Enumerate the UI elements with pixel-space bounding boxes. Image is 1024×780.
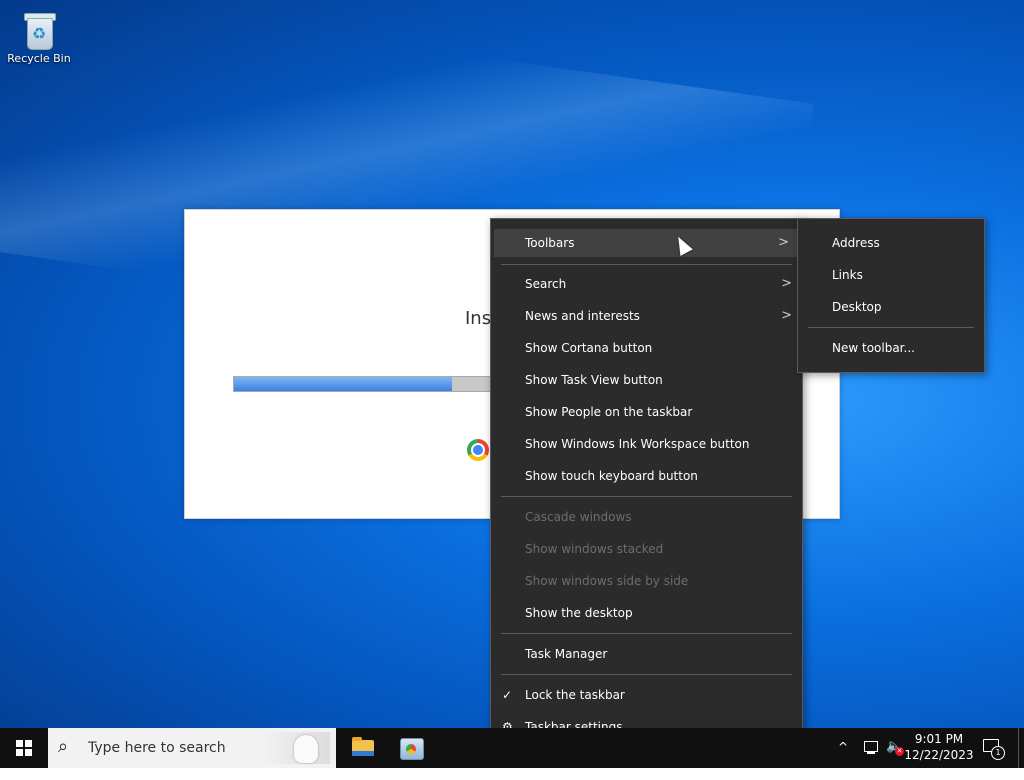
recycle-bin-label: Recycle Bin — [7, 52, 71, 65]
submenu-item-links[interactable]: Links — [798, 261, 984, 289]
menu-item-task-manager[interactable]: Task Manager — [491, 640, 802, 668]
volume-muted-icon[interactable]: 🔈 ✕ — [886, 739, 904, 779]
menu-item-show-task-view-button[interactable]: Show Task View button — [491, 366, 802, 394]
installer-title: Ins — [465, 308, 492, 329]
show-hidden-icons-chevron-icon[interactable]: ^ — [838, 740, 848, 780]
taskbar[interactable]: ⌕ Type here to search ^ 🔈 ✕ 9:01 PM 12/22… — [0, 728, 1024, 768]
menu-item-show-ink-workspace[interactable]: Show Windows Ink Workspace button — [491, 430, 802, 458]
clock-date: 12/22/2023 — [904, 748, 974, 762]
clock-time: 9:01 PM — [914, 732, 964, 746]
menu-item-show-the-desktop[interactable]: Show the desktop — [491, 599, 802, 627]
install-progress-fill — [234, 377, 453, 391]
chevron-right-icon: > — [781, 308, 792, 323]
submenu-item-new-toolbar[interactable]: New toolbar... — [798, 334, 984, 362]
chevron-right-icon: > — [781, 276, 792, 291]
network-icon[interactable] — [862, 740, 880, 756]
chevron-right-icon: > — [778, 235, 789, 250]
submenu-item-desktop[interactable]: Desktop — [798, 293, 984, 321]
menu-item-toolbars[interactable]: Toolbars > — [494, 229, 799, 257]
windows-logo-icon — [16, 740, 32, 756]
toolbars-submenu: Address Links Desktop New toolbar... — [797, 218, 985, 373]
menu-item-news-and-interests[interactable]: News and interests > — [491, 302, 802, 330]
start-button[interactable] — [0, 728, 48, 768]
folder-icon — [352, 737, 374, 756]
menu-separator — [501, 633, 792, 634]
taskbar-clock[interactable]: 9:01 PM 12/22/2023 — [904, 731, 974, 763]
menu-separator — [808, 327, 974, 328]
notification-count-badge: 1 — [991, 746, 1005, 760]
search-highlight-owl-icon — [260, 732, 330, 764]
taskbar-context-menu: Toolbars > Search > News and interests >… — [490, 218, 803, 752]
file-explorer-button[interactable] — [338, 728, 386, 768]
menu-item-show-touch-keyboard[interactable]: Show touch keyboard button — [491, 462, 802, 490]
menu-item-cascade-windows: Cascade windows — [525, 510, 632, 524]
recycle-bin-shortcut[interactable]: ♻ Recycle Bin — [4, 6, 74, 65]
menu-item-lock-the-taskbar[interactable]: ✓ Lock the taskbar — [491, 681, 802, 709]
install-progress-bar — [233, 376, 495, 392]
search-placeholder: Type here to search — [88, 740, 226, 756]
menu-item-show-people[interactable]: Show People on the taskbar — [491, 398, 802, 426]
action-center-button[interactable]: 1 — [982, 738, 1005, 760]
taskbar-search-box[interactable]: ⌕ Type here to search — [48, 728, 336, 768]
chrome-icon — [467, 439, 489, 461]
show-desktop-button[interactable] — [1018, 728, 1024, 768]
installer-taskbar-button[interactable] — [386, 728, 434, 768]
menu-separator — [501, 496, 792, 497]
installer-app-icon — [400, 738, 424, 760]
menu-item-show-windows-stacked: Show windows stacked — [525, 542, 664, 556]
menu-item-search[interactable]: Search > — [491, 270, 802, 298]
recycle-bin-icon: ♻ — [21, 10, 57, 50]
menu-separator — [501, 264, 792, 265]
search-icon: ⌕ — [58, 736, 69, 757]
menu-item-show-windows-side-by-side: Show windows side by side — [525, 574, 689, 588]
menu-separator — [501, 674, 792, 675]
menu-item-show-cortana-button[interactable]: Show Cortana button — [491, 334, 802, 362]
submenu-item-address[interactable]: Address — [798, 229, 984, 257]
checkmark-icon: ✓ — [502, 688, 513, 702]
